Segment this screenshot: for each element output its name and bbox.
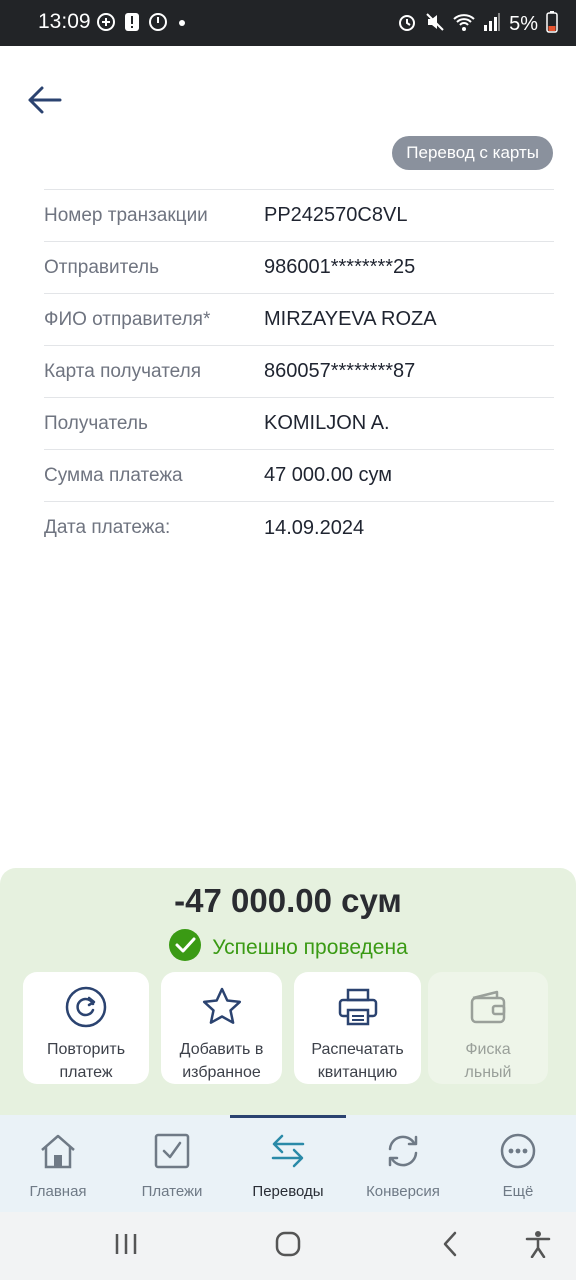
alarm-icon bbox=[397, 12, 417, 37]
transfer-type-badge: Перевод с карты bbox=[392, 136, 553, 170]
nav-item-home[interactable]: Главная bbox=[3, 1131, 113, 1200]
detail-value: 986001********25 bbox=[264, 256, 416, 278]
detail-label: ФИО отправителя* bbox=[44, 308, 211, 330]
recents-icon bbox=[113, 1232, 139, 1261]
detail-row: Сумма платежа 47 000.00 сум bbox=[44, 450, 554, 502]
payment-amount: -47 000.00 сум bbox=[174, 882, 402, 919]
add-circle-icon bbox=[96, 12, 116, 37]
repeat-payment-button[interactable]: Повторить платеж bbox=[23, 972, 149, 1084]
detail-row: Отправитель 986001********25 bbox=[44, 242, 554, 294]
nav-item-transfers[interactable]: Переводы bbox=[233, 1131, 343, 1200]
check-circle-icon bbox=[168, 928, 202, 967]
detail-value: 14.09.2024 bbox=[264, 516, 365, 539]
detail-value: 860057********87 bbox=[264, 360, 416, 382]
status-right-icons: 5% bbox=[397, 11, 558, 38]
repeat-icon bbox=[64, 986, 108, 1028]
action-label: Повторить платеж bbox=[46, 1041, 126, 1081]
home-circle-icon bbox=[275, 1231, 301, 1262]
detail-value: MIRZAYEVA ROZA bbox=[264, 308, 437, 330]
action-label: Распечатать квитанцию bbox=[311, 1041, 404, 1081]
star-icon bbox=[200, 986, 244, 1028]
transfer-icon bbox=[268, 1131, 308, 1171]
alert-icon bbox=[124, 12, 140, 37]
signal-icon bbox=[483, 12, 501, 37]
nav-item-conversion[interactable]: Конверсия bbox=[348, 1131, 458, 1200]
detail-label: Дата платежа: bbox=[44, 517, 171, 538]
accessibility-icon bbox=[525, 1230, 551, 1263]
detail-value: PP242570C8VL bbox=[264, 204, 408, 226]
battery-icon bbox=[546, 11, 558, 38]
bottom-nav: Главная Платежи Переводы Конверсия Ещё bbox=[0, 1115, 576, 1212]
back-system-button[interactable] bbox=[434, 1230, 466, 1262]
detail-row: Дата платежа: 14.09.2024 bbox=[44, 502, 554, 554]
nav-label: Ещё bbox=[502, 1183, 534, 1200]
nav-label: Платежи bbox=[141, 1183, 203, 1200]
nav-label: Переводы bbox=[252, 1183, 324, 1200]
battery-percent: 5% bbox=[509, 13, 538, 35]
exchange-icon bbox=[383, 1131, 423, 1171]
more-icon bbox=[498, 1131, 538, 1171]
nav-item-more[interactable]: Ещё bbox=[463, 1131, 573, 1200]
status-bar: 13:09 5% bbox=[0, 0, 576, 46]
fiscal-receipt-button[interactable]: Фиска льный bbox=[428, 972, 548, 1084]
checkbox-icon bbox=[152, 1131, 192, 1171]
print-receipt-button[interactable]: Распечатать квитанцию bbox=[294, 972, 421, 1084]
action-label: Фиска льный bbox=[464, 1041, 512, 1081]
dot-icon bbox=[176, 16, 188, 34]
detail-label: Отправитель bbox=[44, 256, 160, 278]
status-time: 13:09 bbox=[38, 10, 91, 33]
nav-label: Главная bbox=[29, 1183, 87, 1200]
back-button[interactable] bbox=[22, 82, 66, 122]
status-left-icons bbox=[96, 12, 188, 37]
nav-label: Конверсия bbox=[366, 1183, 440, 1200]
active-tab-indicator bbox=[230, 1115, 346, 1118]
home-system-button[interactable] bbox=[272, 1230, 304, 1262]
system-nav bbox=[0, 1212, 576, 1280]
detail-label: Получатель bbox=[44, 412, 148, 434]
result-panel: -47 000.00 сум Успешно проведена Повтори… bbox=[0, 868, 576, 1118]
payment-status: Успешно проведена bbox=[0, 928, 576, 967]
accessibility-button[interactable] bbox=[522, 1230, 554, 1262]
detail-label: Карта получателя bbox=[44, 360, 201, 382]
recents-button[interactable] bbox=[110, 1230, 142, 1262]
detail-label: Сумма платежа bbox=[44, 464, 183, 486]
nav-item-payments[interactable]: Платежи bbox=[117, 1131, 227, 1200]
detail-row: Получатель KOMILJON A. bbox=[44, 398, 554, 450]
detail-value: 47 000.00 сум bbox=[264, 464, 393, 486]
action-label: Добавить в избранное bbox=[179, 1041, 264, 1081]
detail-row: Номер транзакции PP242570C8VL bbox=[44, 190, 554, 242]
wifi-icon bbox=[453, 12, 475, 37]
detail-label: Номер транзакции bbox=[44, 204, 208, 226]
back-chevron-icon bbox=[440, 1231, 460, 1262]
add-favorite-button[interactable]: Добавить в избранное bbox=[161, 972, 282, 1084]
detail-row: ФИО отправителя* MIRZAYEVA ROZA bbox=[44, 294, 554, 346]
printer-icon bbox=[336, 986, 380, 1028]
detail-value: KOMILJON A. bbox=[264, 412, 390, 434]
arrow-left-icon bbox=[26, 85, 62, 120]
wallet-icon bbox=[466, 986, 510, 1028]
transaction-details: Номер транзакции PP242570C8VL Отправител… bbox=[44, 189, 554, 554]
status-text: Успешно проведена bbox=[212, 935, 408, 959]
power-icon bbox=[148, 12, 168, 37]
mute-icon bbox=[425, 12, 445, 37]
home-icon bbox=[38, 1131, 78, 1171]
detail-row: Карта получателя 860057********87 bbox=[44, 346, 554, 398]
